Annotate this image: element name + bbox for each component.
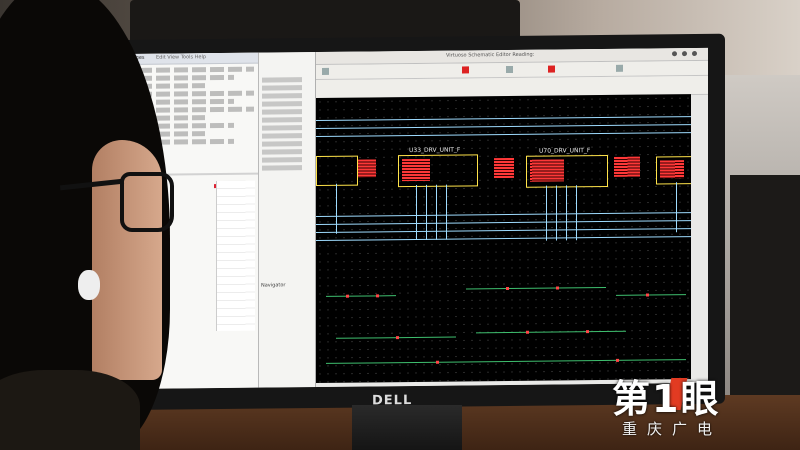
net-wire (616, 294, 686, 296)
wire (316, 228, 691, 234)
net-node (396, 336, 399, 340)
pin-array (530, 159, 564, 182)
tool-icon[interactable] (616, 64, 623, 72)
net-node (346, 294, 349, 298)
navigator-panel: Navigator (259, 52, 316, 388)
schematic-window: Virtuoso Schematic Editor Reading: U33_D… (316, 47, 708, 388)
net-node (556, 286, 559, 290)
net-wire (326, 295, 396, 297)
component-block[interactable] (316, 155, 358, 187)
wire (436, 184, 437, 240)
tree-item[interactable] (262, 117, 302, 123)
tree-item[interactable] (262, 85, 302, 91)
tree-item[interactable] (262, 77, 302, 83)
minimize-icon[interactable] (672, 51, 677, 57)
component-label: U33_DRV_UNIT_F (409, 146, 461, 155)
wire (316, 212, 691, 218)
net-node (526, 330, 529, 334)
component-label: U70_DRV_UNIT_F (539, 147, 591, 155)
tree-item[interactable] (262, 125, 302, 131)
tree-item[interactable] (262, 93, 302, 99)
schematic-title: Virtuoso Schematic Editor Reading: (446, 51, 535, 59)
log-window-menu[interactable]: Edit View Tools Help (156, 54, 206, 61)
navigator-header: Navigator (261, 282, 286, 289)
net-node (506, 286, 509, 291)
property-table[interactable] (216, 180, 255, 332)
tree-item[interactable] (262, 141, 302, 147)
wire (316, 132, 691, 138)
net-node (586, 330, 589, 334)
stop-icon[interactable] (548, 65, 555, 73)
tool-icon[interactable] (506, 65, 513, 74)
wire (676, 182, 677, 233)
stop-icon[interactable] (462, 66, 469, 74)
tree-item[interactable] (262, 165, 302, 171)
pin-array (358, 159, 376, 178)
dell-monitor: Messages Edit View Tools Help (100, 33, 725, 411)
earbud (78, 270, 100, 300)
station-name: 重庆广电 (622, 420, 723, 438)
tree-item[interactable] (262, 149, 302, 155)
pc-tower (730, 175, 800, 405)
photo-scene: Messages Edit View Tools Help (0, 0, 800, 450)
net-node (436, 360, 439, 364)
net-wire (476, 330, 626, 334)
pin-array (402, 158, 430, 182)
wire (316, 124, 691, 130)
tree-item[interactable] (262, 133, 302, 139)
tree-item[interactable] (262, 101, 302, 107)
wire (416, 184, 417, 240)
wire (316, 236, 691, 242)
net-wire (466, 286, 606, 290)
wire (426, 184, 427, 240)
pin-array (494, 157, 514, 179)
net-node (616, 358, 619, 362)
maximize-icon[interactable] (682, 51, 687, 57)
schematic-canvas[interactable]: U33_DRV_UNIT_F U70_DRV_UNIT_F (316, 94, 691, 384)
net-node (646, 293, 649, 297)
wire (556, 185, 557, 241)
pin-array (614, 156, 640, 177)
monitor-stand (352, 405, 462, 450)
tree-item[interactable] (262, 109, 302, 115)
wire (336, 183, 337, 234)
net-wire (326, 359, 686, 364)
monitor-screen: Messages Edit View Tools Help (116, 47, 708, 390)
wire (316, 116, 691, 122)
glasses-icon (120, 172, 174, 232)
person-shoulder (0, 370, 140, 450)
wire (316, 220, 691, 226)
wire (446, 184, 447, 240)
tree-item[interactable] (262, 157, 302, 163)
net-node (376, 294, 379, 298)
tool-icon[interactable] (322, 67, 329, 75)
wire (576, 185, 577, 241)
station-logo: 第1眼 (612, 377, 721, 421)
wire (566, 185, 567, 241)
close-icon[interactable] (692, 51, 697, 57)
pin-array (660, 160, 684, 179)
wire (546, 185, 547, 241)
